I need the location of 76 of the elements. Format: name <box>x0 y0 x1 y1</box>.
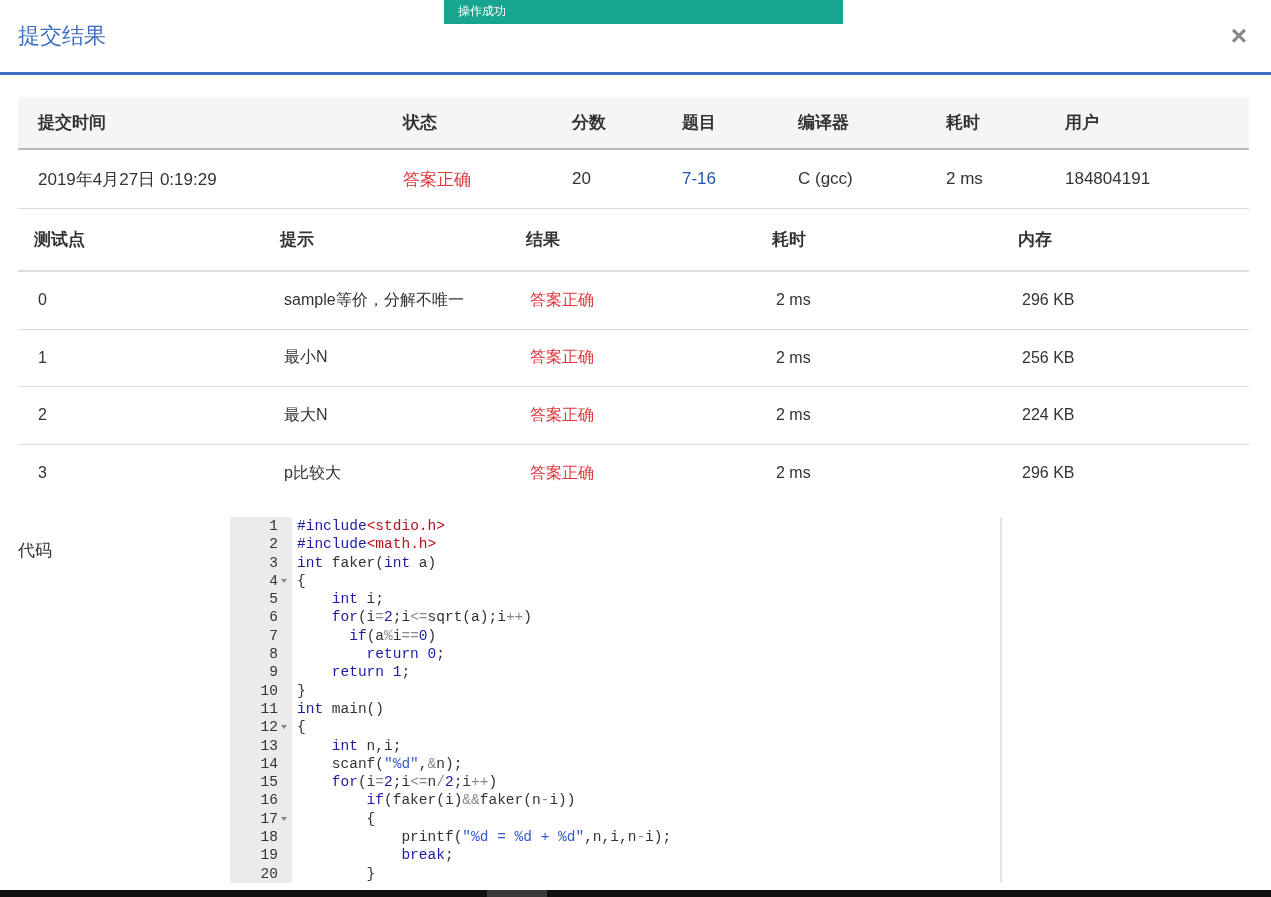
close-button[interactable]: × <box>1226 22 1251 50</box>
code-line: { <box>297 718 307 737</box>
code-line: #include<stdio.h> <box>297 517 446 536</box>
code-line: { <box>365 809 377 829</box>
line-number: 16 <box>260 791 278 810</box>
code-line: int i; <box>330 590 386 609</box>
line-number: 6 <box>269 608 278 627</box>
table-cell: sample等价，分解不唯一 <box>264 272 510 330</box>
dialog-title: 提交结果 <box>18 22 106 50</box>
result-status: 答案正确 <box>529 462 595 483</box>
column-header: 分数 <box>552 97 662 150</box>
line-number: 20 <box>260 864 278 883</box>
result-status: 答案正确 <box>510 387 756 445</box>
line-number: 5 <box>269 590 278 609</box>
code-line: return 1; <box>330 663 412 682</box>
line-number: 12 <box>260 718 278 737</box>
result-status: 答案正确 <box>510 272 756 330</box>
scrollbar[interactable] <box>0 890 1271 897</box>
code-line: int n,i; <box>330 736 403 755</box>
line-number: 9 <box>269 663 278 682</box>
result-status: 答案正确 <box>510 329 756 387</box>
column-header: 编译器 <box>778 97 926 150</box>
code-line: return 0; <box>365 645 446 664</box>
table-cell: 256 KB <box>1002 329 1249 387</box>
line-number: 13 <box>260 736 278 755</box>
line-number: 3 <box>269 553 278 572</box>
code-line: #include<math.h> <box>297 535 438 554</box>
code-label: 代码 <box>18 540 53 562</box>
code-line: } <box>365 864 377 883</box>
column-header: 题目 <box>662 97 778 150</box>
line-number: 10 <box>260 681 278 700</box>
table-cell-text: 2 ms <box>775 463 812 484</box>
line-number: 4 <box>269 571 278 591</box>
column-header: 状态 <box>383 97 552 150</box>
code-line: if(a%i==0) <box>348 626 438 646</box>
line-number: 2 <box>269 535 278 554</box>
table-cell: 2 ms <box>756 329 1002 387</box>
table-cell: 0 <box>18 272 264 330</box>
line-number: 17 <box>260 809 278 829</box>
column-header: 耗时 <box>926 97 1045 150</box>
code-line: break; <box>400 846 455 865</box>
table-cell-text: 296 KB <box>1021 463 1076 484</box>
code-line: printf("%d = %d + %d",n,i,n-i); <box>400 828 673 847</box>
table-cell: 2 ms <box>756 272 1002 330</box>
line-number: 1 <box>269 517 278 536</box>
table-cell: 2 ms <box>756 387 1002 445</box>
table-cell: 最大N <box>264 387 510 445</box>
code-line: int faker(int a) <box>297 553 438 572</box>
column-header: 提交时间 <box>18 97 383 150</box>
table-cell: 1 <box>18 329 264 387</box>
line-number: 19 <box>260 846 278 865</box>
line-number: 18 <box>260 828 278 847</box>
code-line: if(faker(i)&&faker(n-i)) <box>365 791 577 810</box>
code-editor[interactable] <box>230 517 1002 883</box>
toast-message: 操作成功 <box>444 0 843 24</box>
fold-arrow-icon[interactable] <box>280 578 288 585</box>
code-line: for(i=2;i<=n/2;i++) <box>330 773 499 792</box>
table-cell-text: 3 <box>37 463 48 484</box>
table-cell-text: p比较大 <box>283 462 342 483</box>
line-number: 15 <box>260 773 278 792</box>
line-number: 7 <box>269 626 278 646</box>
table-cell: 224 KB <box>1002 387 1249 445</box>
line-number: 8 <box>269 645 278 664</box>
column-header: 用户 <box>1045 97 1249 150</box>
table-cell: 296 KB <box>1002 272 1249 330</box>
line-number: 14 <box>260 754 278 774</box>
fold-arrow-icon[interactable] <box>280 724 288 731</box>
code-line: int main() <box>297 699 386 719</box>
table-cell: 最小N <box>264 329 510 387</box>
code-line: { <box>297 571 307 591</box>
code-line: for(i=2;i<=sqrt(a);i++) <box>330 608 533 627</box>
fold-arrow-icon[interactable] <box>280 815 288 822</box>
code-line: scanf("%d",&n); <box>330 754 464 774</box>
code-line: } <box>297 681 307 700</box>
line-number: 11 <box>260 699 278 719</box>
table-cell: 2 <box>18 387 264 445</box>
